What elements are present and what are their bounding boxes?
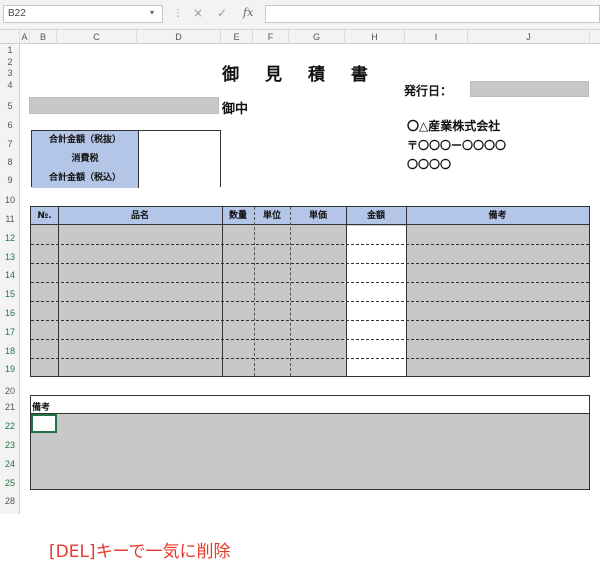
column-header: A B C D E F G H I J (0, 30, 600, 44)
items-table-header: №. 品名 数量 単位 単価 金額 備考 (31, 207, 589, 225)
row-header-19[interactable]: 19 (0, 364, 20, 374)
formula-bar: B22 ▾ ⋮ × ✓ fx (0, 0, 600, 30)
row-header-1[interactable]: 1 (0, 45, 20, 55)
column-header-a[interactable]: A (20, 30, 30, 44)
header-item-name: 品名 (130, 211, 149, 221)
remarks-box: 備考 (30, 395, 590, 490)
header-no: №. (37, 211, 52, 221)
row-header-28[interactable]: 28 (0, 496, 20, 506)
chevron-down-icon[interactable]: ▾ (150, 8, 154, 17)
remarks-header: 備考 (31, 396, 589, 414)
consumption-tax-label: 消費税 (32, 150, 139, 169)
name-box[interactable]: B22 (3, 5, 163, 23)
row-divider (31, 263, 589, 264)
column-header-f[interactable]: F (253, 30, 289, 44)
insert-function-icon[interactable]: fx (243, 6, 253, 19)
column-divider (346, 207, 347, 376)
client-name-field[interactable] (29, 97, 219, 114)
active-cell-b22[interactable] (31, 414, 57, 433)
row-header-24[interactable]: 24 (0, 459, 20, 469)
more-options-icon: ⋮ (173, 8, 183, 19)
formula-input[interactable] (265, 5, 600, 23)
row-divider (31, 358, 589, 359)
row-header-17[interactable]: 17 (0, 327, 20, 337)
enter-icon[interactable]: ✓ (217, 6, 227, 20)
row-header-12[interactable]: 12 (0, 233, 20, 243)
column-header-e[interactable]: E (221, 30, 253, 44)
row-divider (31, 244, 589, 245)
column-divider (254, 207, 255, 376)
items-table: №. 品名 数量 単位 単価 金額 備考 (30, 206, 590, 377)
issue-date-field[interactable] (470, 81, 589, 97)
remarks-label: 備考 (32, 403, 51, 413)
column-header-h[interactable]: H (345, 30, 405, 44)
row-header-13[interactable]: 13 (0, 252, 20, 262)
column-header-b[interactable]: B (30, 30, 57, 44)
total-incl-tax-value[interactable] (139, 169, 220, 188)
issue-date-label: 発行日： (404, 84, 453, 98)
company-zip: 〒〇〇〇ー〇〇〇〇 (407, 139, 506, 152)
header-unit: 単位 (262, 211, 281, 221)
row-header-2[interactable]: 2 (0, 57, 20, 67)
consumption-tax-row: 消費税 (32, 150, 220, 169)
total-excl-tax-label: 合計金額（税抜） (32, 131, 139, 150)
column-header-c[interactable]: C (57, 30, 137, 44)
row-header-18[interactable]: 18 (0, 346, 20, 356)
column-divider (406, 207, 407, 376)
consumption-tax-value[interactable] (139, 150, 220, 169)
header-amount: 金額 (366, 211, 385, 221)
row-header-20[interactable]: 20 (0, 386, 20, 396)
total-excl-tax-value[interactable] (139, 131, 220, 150)
header-quantity: 数量 (228, 211, 247, 221)
totals-box: 合計金額（税抜） 消費税 合計金額（税込） (31, 130, 221, 188)
column-header-i[interactable]: I (405, 30, 468, 44)
company-address: 〇〇〇〇 (407, 158, 451, 171)
header-unit-price: 単価 (308, 211, 327, 221)
total-incl-tax-row: 合計金額（税込） (32, 169, 220, 188)
select-all-corner[interactable] (0, 30, 20, 44)
column-divider (58, 207, 59, 376)
row-header-11[interactable]: 11 (0, 214, 20, 224)
row-header-25[interactable]: 25 (0, 478, 20, 488)
column-divider (222, 207, 223, 376)
row-header-7[interactable]: 7 (0, 139, 20, 149)
total-incl-tax-label: 合計金額（税込） (32, 169, 139, 188)
row-header-5[interactable]: 5 (0, 101, 20, 111)
row-header: 1 2 3 4 5 6 7 8 9 10 11 12 13 14 15 16 1… (0, 44, 20, 514)
row-header-4[interactable]: 4 (0, 80, 20, 90)
column-header-j[interactable]: J (468, 30, 590, 44)
row-header-21[interactable]: 21 (0, 402, 20, 412)
row-header-16[interactable]: 16 (0, 308, 20, 318)
row-divider (31, 301, 589, 302)
row-divider (31, 282, 589, 283)
header-note: 備考 (488, 211, 507, 221)
row-header-8[interactable]: 8 (0, 157, 20, 167)
row-header-22[interactable]: 22 (0, 421, 20, 431)
company-name: 〇△産業株式会社 (407, 119, 501, 133)
estimate-title: 御 見 積 書 (222, 65, 378, 85)
row-header-6[interactable]: 6 (0, 120, 20, 130)
instruction-caption: [DEL]キーで一気に削除 (49, 542, 231, 562)
column-header-d[interactable]: D (137, 30, 221, 44)
row-header-9[interactable]: 9 (0, 175, 20, 185)
row-header-3[interactable]: 3 (0, 68, 20, 78)
column-divider (290, 207, 291, 376)
row-header-14[interactable]: 14 (0, 270, 20, 280)
total-excl-tax-row: 合計金額（税抜） (32, 131, 220, 150)
row-divider (31, 339, 589, 340)
cancel-icon[interactable]: × (193, 6, 203, 20)
row-header-15[interactable]: 15 (0, 289, 20, 299)
client-suffix: 御中 (222, 102, 249, 117)
row-header-23[interactable]: 23 (0, 440, 20, 450)
row-divider (31, 320, 589, 321)
row-header-10[interactable]: 10 (0, 195, 20, 205)
column-header-g[interactable]: G (289, 30, 345, 44)
